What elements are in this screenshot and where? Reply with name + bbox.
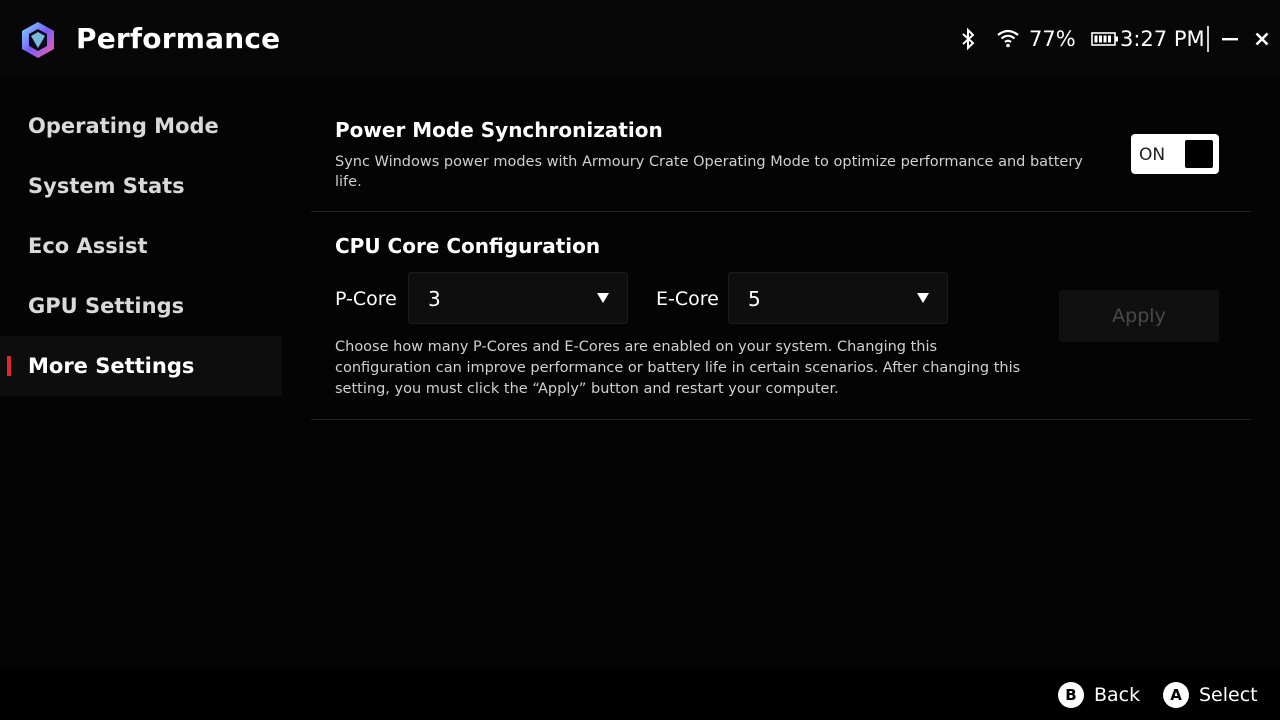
power-mode-sync-toggle[interactable]: ON (1131, 134, 1219, 174)
sidebar-item-eco-assist[interactable]: Eco Assist (0, 216, 282, 276)
select-label: Select (1199, 684, 1258, 706)
back-hint[interactable]: B Back (1058, 681, 1140, 709)
cpu-core-config-section: CPU Core Configuration P-Core 3 E-Core 5… (311, 212, 1251, 420)
e-core-value: 5 (748, 287, 761, 311)
bluetooth-icon (962, 28, 975, 50)
clock: 3:27 PM (1120, 27, 1205, 51)
e-core-select[interactable]: 5 (728, 272, 948, 324)
sidebar-item-label: More Settings (28, 354, 195, 378)
close-icon (1255, 32, 1269, 46)
power-mode-sync-section: Power Mode Synchronization Sync Windows … (311, 100, 1251, 212)
sidebar-item-label: Eco Assist (28, 234, 148, 258)
minimize-icon (1222, 38, 1238, 41)
sidebar-item-label: Operating Mode (28, 114, 219, 138)
title-bar: Performance 77% 3:27 PM (0, 0, 1280, 78)
close-button[interactable] (1250, 26, 1274, 52)
app-logo-icon (22, 22, 54, 58)
armoury-crate-window: Performance 77% 3:27 PM Operating Mode S… (0, 0, 1280, 720)
dropdown-arrow-icon (917, 293, 929, 303)
battery-percent: 77% (1029, 27, 1076, 51)
toggle-knob (1185, 140, 1213, 168)
cpu-core-config-description: Choose how many P-Cores and E-Cores are … (335, 339, 1021, 397)
page-title: Performance (76, 22, 281, 55)
select-hint[interactable]: A Select (1163, 681, 1258, 709)
p-core-value: 3 (428, 287, 441, 311)
toggle-label: ON (1139, 145, 1166, 165)
e-core-label: E-Core (656, 288, 719, 310)
controller-hints-bar: B Back A Select (0, 668, 1280, 720)
sidebar: Operating Mode System Stats Eco Assist G… (0, 96, 282, 396)
minimize-button[interactable] (1218, 26, 1242, 52)
a-button-icon: A (1163, 682, 1189, 708)
power-mode-sync-description: Sync Windows power modes with Armoury Cr… (335, 154, 1083, 190)
back-label: Back (1094, 684, 1141, 706)
dropdown-arrow-icon (597, 293, 609, 303)
b-button-icon: B (1058, 682, 1084, 708)
sidebar-item-more-settings[interactable]: More Settings (0, 336, 282, 396)
wifi-icon (997, 29, 1019, 48)
sidebar-item-label: GPU Settings (28, 294, 185, 318)
p-core-select[interactable]: 3 (408, 272, 628, 324)
sidebar-item-operating-mode[interactable]: Operating Mode (0, 96, 282, 156)
p-core-label: P-Core (335, 288, 397, 310)
sidebar-item-gpu-settings[interactable]: GPU Settings (0, 276, 282, 336)
sidebar-item-label: System Stats (28, 174, 185, 198)
title-bar-divider (1207, 26, 1209, 52)
battery-icon (1091, 32, 1118, 46)
active-indicator (7, 356, 11, 376)
power-mode-sync-title: Power Mode Synchronization (335, 118, 663, 142)
sidebar-item-system-stats[interactable]: System Stats (0, 156, 282, 216)
cpu-core-config-title: CPU Core Configuration (335, 234, 601, 258)
apply-button[interactable]: Apply (1059, 290, 1219, 342)
